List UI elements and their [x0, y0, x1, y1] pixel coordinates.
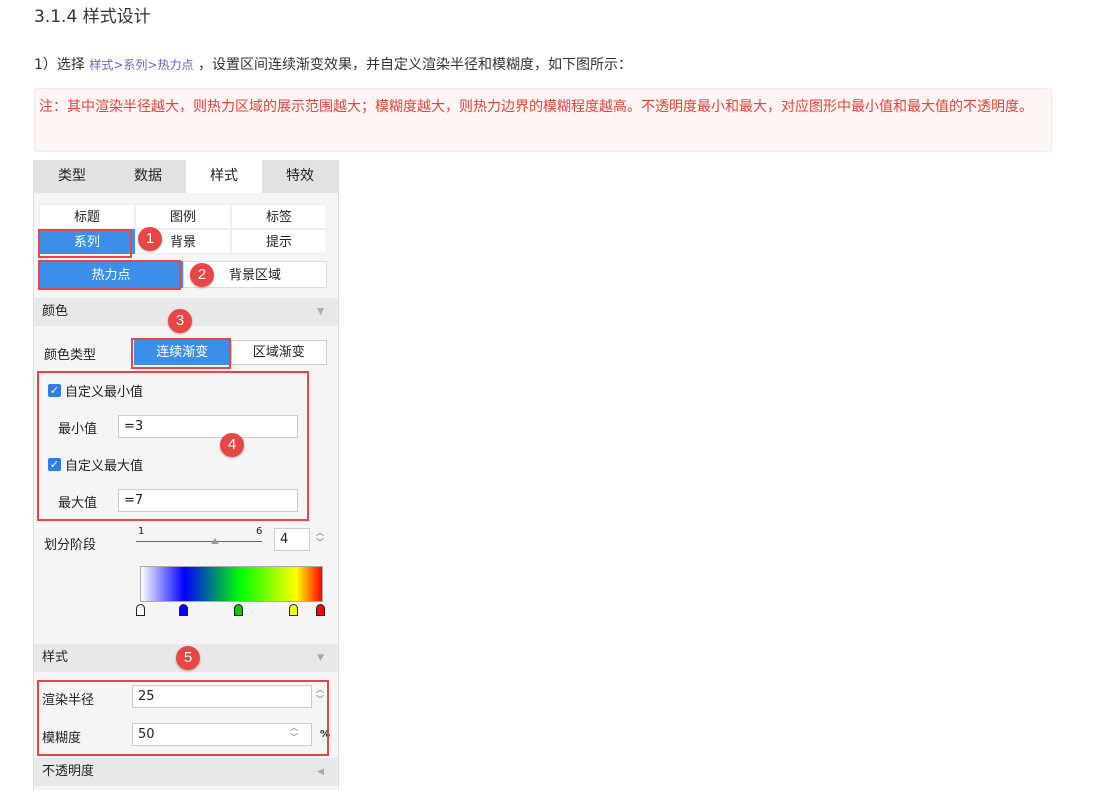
chevron-left-icon: ◀ — [317, 767, 324, 777]
step-suffix: ，设置区间连续渐变效果，并自定义渲染半径和模糊度，如下图所示： — [197, 57, 632, 73]
annotation-badge-3: 3 — [168, 309, 192, 333]
opacity-section-header[interactable]: 不透明度 ◀ — [34, 758, 338, 786]
max-label: 最大值 — [58, 496, 98, 511]
settings-panel: 类型 数据 样式 特效 标题 图例 标签 系列 背景 提示 热力点 背景区域 颜… — [33, 160, 339, 790]
style-subtabs: 标题 图例 标签 系列 背景 提示 — [39, 204, 327, 254]
min-value-input[interactable]: =3 — [118, 415, 298, 438]
menu-path: 样式>系列>热力点 — [89, 58, 194, 72]
color-type-selector: 连续渐变 区域渐变 — [134, 340, 327, 365]
opacity-section-title: 不透明度 — [42, 764, 95, 779]
section-heading: 3.1.4 样式设计 — [34, 7, 151, 27]
subtab-legend[interactable]: 图例 — [135, 204, 231, 229]
note-box: 注：其中渲染半径越大，则热力区域的展示范围越大；模糊度越大，则热力边界的模糊程度… — [34, 88, 1052, 152]
series-selector: 热力点 背景区域 — [39, 261, 327, 288]
radius-input[interactable]: 25 — [132, 685, 312, 708]
slider-track — [136, 541, 262, 542]
stage-label: 划分阶段 — [44, 538, 97, 553]
custom-min-label: 自定义最小值 — [65, 385, 144, 400]
stage-stepper-icon[interactable]: ︿ ﹀ — [313, 528, 327, 551]
annotation-badge-5: 5 — [176, 646, 200, 670]
tab-bar: 类型 数据 样式 特效 — [34, 160, 338, 193]
gradient-stop-green[interactable] — [234, 604, 243, 616]
tab-type[interactable]: 类型 — [34, 160, 110, 193]
gradient-stop-white[interactable] — [136, 604, 145, 616]
max-value-input[interactable]: =7 — [118, 489, 298, 512]
custom-min-row[interactable]: ✓ 自定义最小值 — [48, 381, 143, 400]
subtab-series[interactable]: 系列 — [39, 229, 135, 254]
color-type-region[interactable]: 区域渐变 — [230, 340, 327, 365]
style-section-title: 样式 — [42, 650, 69, 665]
blur-unit: % — [320, 729, 331, 740]
gradient-stop-yellow[interactable] — [289, 604, 298, 616]
subtab-tooltip[interactable]: 提示 — [231, 229, 327, 254]
tab-style[interactable]: 样式 — [186, 160, 262, 193]
subtab-title[interactable]: 标题 — [39, 204, 135, 229]
annotation-badge-2: 2 — [190, 263, 214, 287]
tab-effects[interactable]: 特效 — [262, 160, 338, 193]
annotation-badge-4: 4 — [220, 433, 244, 457]
blur-stepper-icon[interactable]: ︿ ﹀ — [287, 723, 301, 746]
color-section-title: 颜色 — [42, 304, 69, 319]
slider-max-label: 6 — [256, 526, 263, 537]
step-instruction: 1）选择 样式>系列>热力点 ，设置区间连续渐变效果，并自定义渲染半径和模糊度，… — [34, 54, 632, 74]
color-gradient-bar[interactable] — [140, 566, 323, 602]
slider-min-label: 1 — [138, 526, 145, 537]
blur-input[interactable]: 50 — [132, 723, 312, 746]
min-label: 最小值 — [58, 422, 98, 437]
stage-slider[interactable]: 1 6 — [136, 526, 263, 552]
radius-label: 渲染半径 — [42, 693, 95, 708]
blur-label: 模糊度 — [42, 731, 82, 746]
checkbox-checked-icon[interactable]: ✓ — [48, 458, 61, 471]
subtab-label[interactable]: 标签 — [231, 204, 327, 229]
series-heatpoint[interactable]: 热力点 — [39, 261, 183, 288]
stage-value-input[interactable]: 4 — [274, 528, 310, 551]
slider-handle[interactable] — [211, 538, 219, 544]
gradient-stop-red[interactable] — [316, 604, 325, 616]
radius-stepper-icon[interactable]: ︿ ﹀ — [313, 685, 327, 708]
step-prefix: 1）选择 — [34, 57, 85, 73]
annotation-badge-1: 1 — [138, 227, 162, 251]
custom-max-label: 自定义最大值 — [65, 459, 144, 474]
color-type-label: 颜色类型 — [44, 348, 97, 363]
checkbox-checked-icon[interactable]: ✓ — [48, 384, 61, 397]
chevron-down-icon: ▼ — [317, 653, 324, 663]
chevron-down-icon: ▼ — [317, 307, 324, 317]
tab-data[interactable]: 数据 — [110, 160, 186, 193]
custom-max-row[interactable]: ✓ 自定义最大值 — [48, 455, 143, 474]
gradient-stop-blue[interactable] — [179, 604, 188, 616]
color-type-continuous[interactable]: 连续渐变 — [134, 340, 231, 365]
